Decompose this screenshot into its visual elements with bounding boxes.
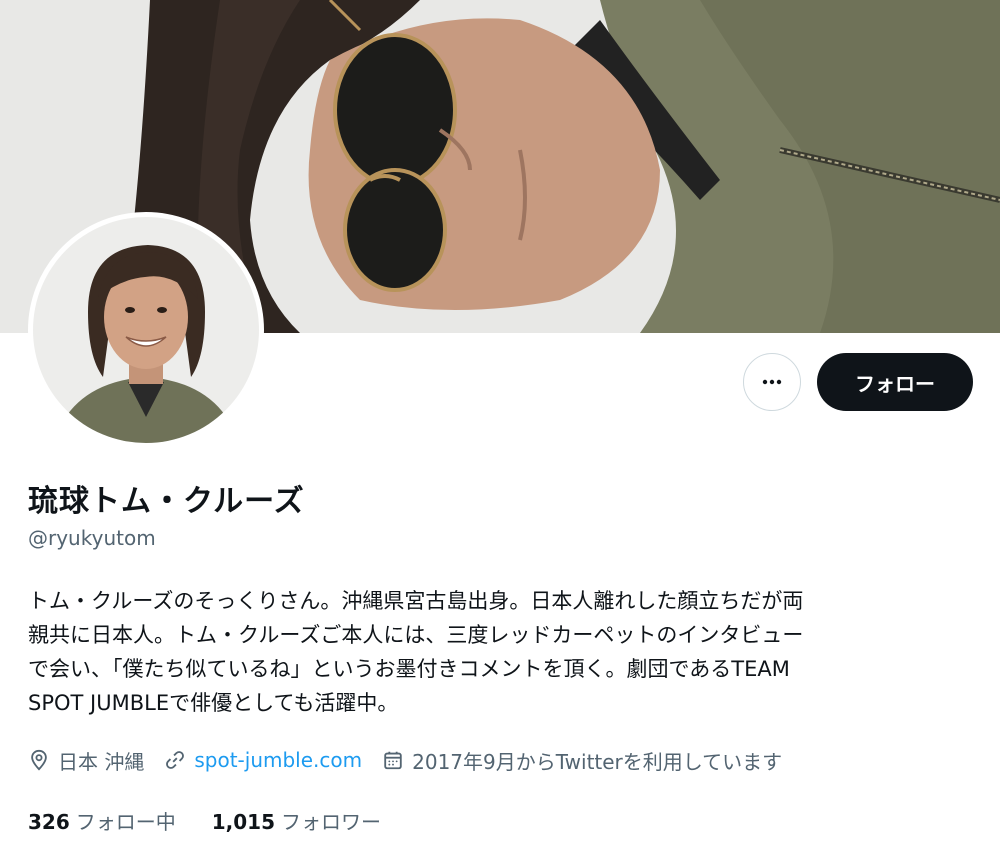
link-icon (166, 751, 185, 769)
bio-line: 親共に日本人。トム・クルーズご本人には、三度レッドカーペットのインタビュー (28, 623, 804, 647)
website-link[interactable]: spot-jumble.com (194, 748, 362, 772)
profile-meta: 日本 沖縄 spot-jumble.com 2017年9月からTwitterを利… (28, 744, 802, 776)
user-handle: @ryukyutom (28, 526, 156, 550)
following-stat[interactable]: 326 フォロー中 (28, 806, 176, 835)
display-name: 琉球トム・クルーズ (28, 484, 305, 519)
more-options-button[interactable] (743, 353, 801, 411)
followers-stat[interactable]: 1,015 フォロワー (212, 806, 381, 835)
following-label: フォロー中 (75, 810, 176, 834)
bio-line: SPOT JUMBLEで俳優としても活躍中。 (28, 691, 399, 715)
bio-line: で会い、「僕たち似ているね」というお墨付きコメントを頂く。劇団であるTEAM (28, 657, 790, 681)
location-text: 日本 沖縄 (58, 749, 145, 774)
follow-stats: 326 フォロー中 1,015 フォロワー (28, 806, 417, 835)
join-date-text: 2017年9月からTwitterを利用しています (412, 749, 783, 774)
more-horizontal-icon (762, 379, 782, 385)
following-count: 326 (28, 810, 70, 834)
profile-avatar[interactable] (28, 212, 264, 448)
calendar-icon (384, 751, 402, 770)
location: 日本 沖縄 (28, 746, 144, 775)
join-date: 2017年9月からTwitterを利用しています (382, 746, 782, 775)
website: spot-jumble.com (164, 748, 362, 772)
followers-count: 1,015 (211, 810, 276, 834)
bio-line: トム・クルーズのそっくりさん。沖縄県宮古島出身。日本人離れした顔立ちだが両 (28, 589, 804, 613)
location-pin-icon (31, 749, 47, 771)
profile-bio: トム・クルーズのそっくりさん。沖縄県宮古島出身。日本人離れした顔立ちだが両 親共… (28, 584, 978, 720)
followers-label: フォロワー (281, 810, 382, 834)
follow-button[interactable]: フォロー (817, 353, 973, 411)
